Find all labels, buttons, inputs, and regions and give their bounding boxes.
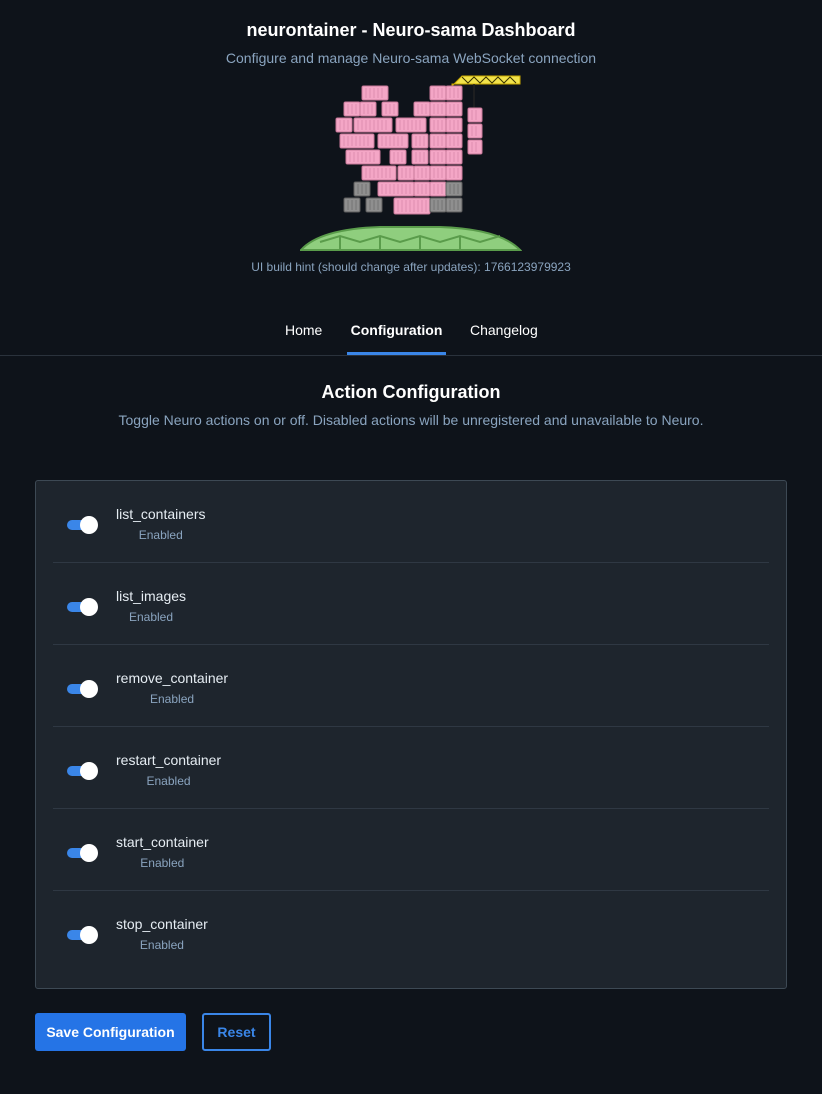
toggle-stop-container[interactable]: [67, 926, 98, 944]
action-status: Enabled: [140, 856, 185, 870]
action-list-panel: list_containers Enabled list_images Enab…: [35, 480, 787, 989]
action-name: start_container: [116, 834, 209, 850]
page-title: neurontainer - Neuro-sama Dashboard: [246, 20, 576, 40]
toggle-list-containers[interactable]: [67, 516, 98, 534]
turtle-shell-icon: [300, 226, 522, 251]
section-description: Toggle Neuro actions on or off. Disabled…: [118, 412, 704, 428]
toggle-restart-container[interactable]: [67, 762, 98, 780]
container-block: [377, 181, 415, 197]
action-name: stop_container: [116, 916, 208, 932]
action-row-restart-container: restart_container Enabled: [53, 727, 769, 809]
container-block: [361, 165, 397, 181]
action-name: remove_container: [116, 670, 229, 686]
tab-home[interactable]: Home: [285, 315, 322, 355]
action-info: list_images Enabled: [116, 588, 186, 624]
action-status: Enabled: [146, 774, 191, 788]
action-row-list-containers: list_containers Enabled: [53, 481, 769, 563]
build-hint: UI build hint (should change after updat…: [251, 260, 571, 274]
tab-bar: Home Configuration Changelog: [0, 315, 822, 356]
toggle-knob: [80, 516, 98, 534]
reset-button[interactable]: Reset: [202, 1013, 271, 1051]
toggle-knob: [80, 762, 98, 780]
action-status: Enabled: [128, 610, 174, 624]
logo: [0, 74, 822, 260]
container-block: [377, 133, 409, 149]
container-block: [467, 123, 483, 139]
container-block: [345, 149, 381, 165]
action-info: remove_container Enabled: [116, 670, 228, 706]
toggle-knob: [80, 844, 98, 862]
neurontainer-logo-icon: [300, 75, 522, 251]
toggle-list-images[interactable]: [67, 598, 98, 616]
action-info: start_container Enabled: [116, 834, 209, 870]
section-title: Action Configuration: [321, 382, 501, 402]
header: neurontainer - Neuro-sama Dashboard Conf…: [0, 0, 822, 274]
action-name: list_images: [116, 588, 187, 604]
container-stack-icon: [335, 85, 483, 215]
action-info: list_containers Enabled: [116, 506, 206, 542]
action-status: Enabled: [138, 528, 183, 542]
toggle-knob: [80, 926, 98, 944]
toggle-start-container[interactable]: [67, 844, 98, 862]
action-row-list-images: list_images Enabled: [53, 563, 769, 645]
container-block: [393, 197, 431, 215]
tab-configuration[interactable]: Configuration: [347, 315, 446, 355]
action-info: restart_container Enabled: [116, 752, 221, 788]
action-name: restart_container: [116, 752, 222, 768]
container-block: [339, 133, 375, 149]
action-status: Enabled: [139, 938, 184, 952]
action-status: Enabled: [150, 692, 195, 706]
page-subtitle: Configure and manage Neuro-sama WebSocke…: [225, 50, 597, 66]
action-row-stop-container: stop_container Enabled: [53, 891, 769, 973]
tab-changelog[interactable]: Changelog: [470, 315, 538, 355]
container-block: [467, 107, 483, 123]
toggle-knob: [80, 680, 98, 698]
action-info: stop_container Enabled: [116, 916, 208, 952]
container-block: [467, 139, 483, 155]
container-block: [395, 117, 427, 133]
action-row-start-container: start_container Enabled: [53, 809, 769, 891]
toggle-remove-container[interactable]: [67, 680, 98, 698]
toggle-knob: [80, 598, 98, 616]
save-configuration-button[interactable]: Save Configuration: [35, 1013, 186, 1051]
action-name: list_containers: [116, 506, 206, 522]
action-row-remove-container: remove_container Enabled: [53, 645, 769, 727]
